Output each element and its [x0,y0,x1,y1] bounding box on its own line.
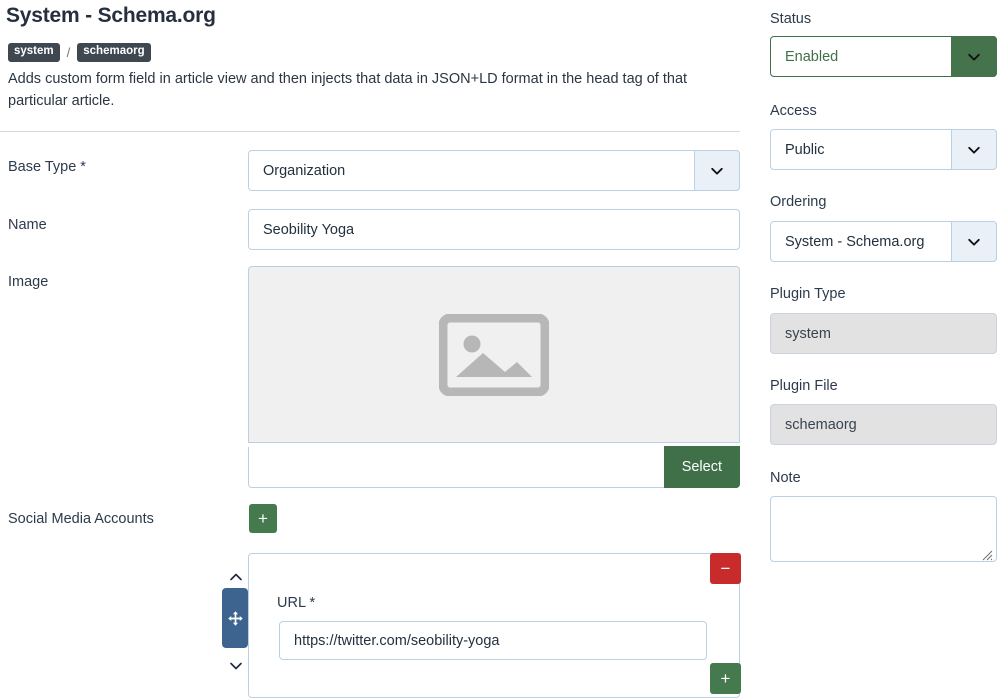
name-value: Seobility Yoga [249,222,354,238]
image-preview-area[interactable] [248,266,740,443]
image-path-value[interactable] [249,447,664,487]
url-input[interactable]: https://twitter.com/seobility-yoga [279,621,707,660]
plugin-file-label: Plugin File [770,378,838,394]
name-label: Name [8,217,47,233]
social-media-add-button[interactable]: + [249,504,277,533]
social-media-accounts-label: Social Media Accounts [8,511,154,527]
access-select[interactable]: Public [770,129,997,170]
row-add-button[interactable]: + [710,663,741,694]
base-type-label: Base Type * [8,159,86,175]
plugin-file-value: schemaorg [771,417,857,433]
sidebar-column: Status Enabled Access Public Ordering Sy… [765,0,1003,698]
ordering-value: System - Schema.org [771,234,924,250]
base-type-select[interactable]: Organization [248,150,740,191]
header-divider [0,131,740,132]
chevron-down-glyph-access [967,143,981,157]
chevron-down-glyph-status [967,50,981,64]
ordering-label: Ordering [770,194,826,210]
plugin-type-field: system [770,313,997,354]
base-type-value: Organization [249,163,345,179]
access-label: Access [770,103,817,119]
url-value: https://twitter.com/seobility-yoga [280,633,500,649]
access-value: Public [771,142,825,158]
chevron-down-glyph-ordering [967,235,981,249]
select-button[interactable]: Select [664,446,740,488]
status-value: Enabled [771,49,838,65]
note-textarea[interactable] [770,496,997,562]
row-remove-button[interactable]: − [710,553,741,584]
plugin-type-label: Plugin Type [770,286,846,302]
badge-plugin-type: system [8,43,60,62]
chevron-down-icon-status[interactable] [951,36,997,77]
plugin-file-field: schemaorg [770,404,997,445]
badge-plugin-file: schemaorg [77,43,150,62]
page-title: System - Schema.org [6,4,216,28]
chevron-down-icon-ordering[interactable] [951,221,997,262]
image-path-row[interactable]: Select [248,447,740,488]
note-label: Note [770,470,801,486]
main-form-column: System - Schema.org system / schemaorg A… [0,0,752,698]
image-placeholder-icon [439,314,549,396]
breadcrumb-separator: / [66,45,72,60]
chevron-down-icon-access[interactable] [951,129,997,170]
image-label: Image [8,274,48,290]
chevron-down-icon[interactable] [694,150,740,191]
plugin-edit-page: System - Schema.org system / schemaorg A… [0,0,1003,698]
plugin-type-value: system [771,326,831,342]
name-input[interactable]: Seobility Yoga [248,209,740,250]
chevron-down-glyph [710,164,724,178]
url-label: URL * [277,595,315,611]
breadcrumb: system / schemaorg [8,43,151,62]
status-label: Status [770,11,811,27]
ordering-select[interactable]: System - Schema.org [770,221,997,262]
status-select[interactable]: Enabled [770,36,997,77]
plugin-description: Adds custom form field in article view a… [8,68,740,113]
